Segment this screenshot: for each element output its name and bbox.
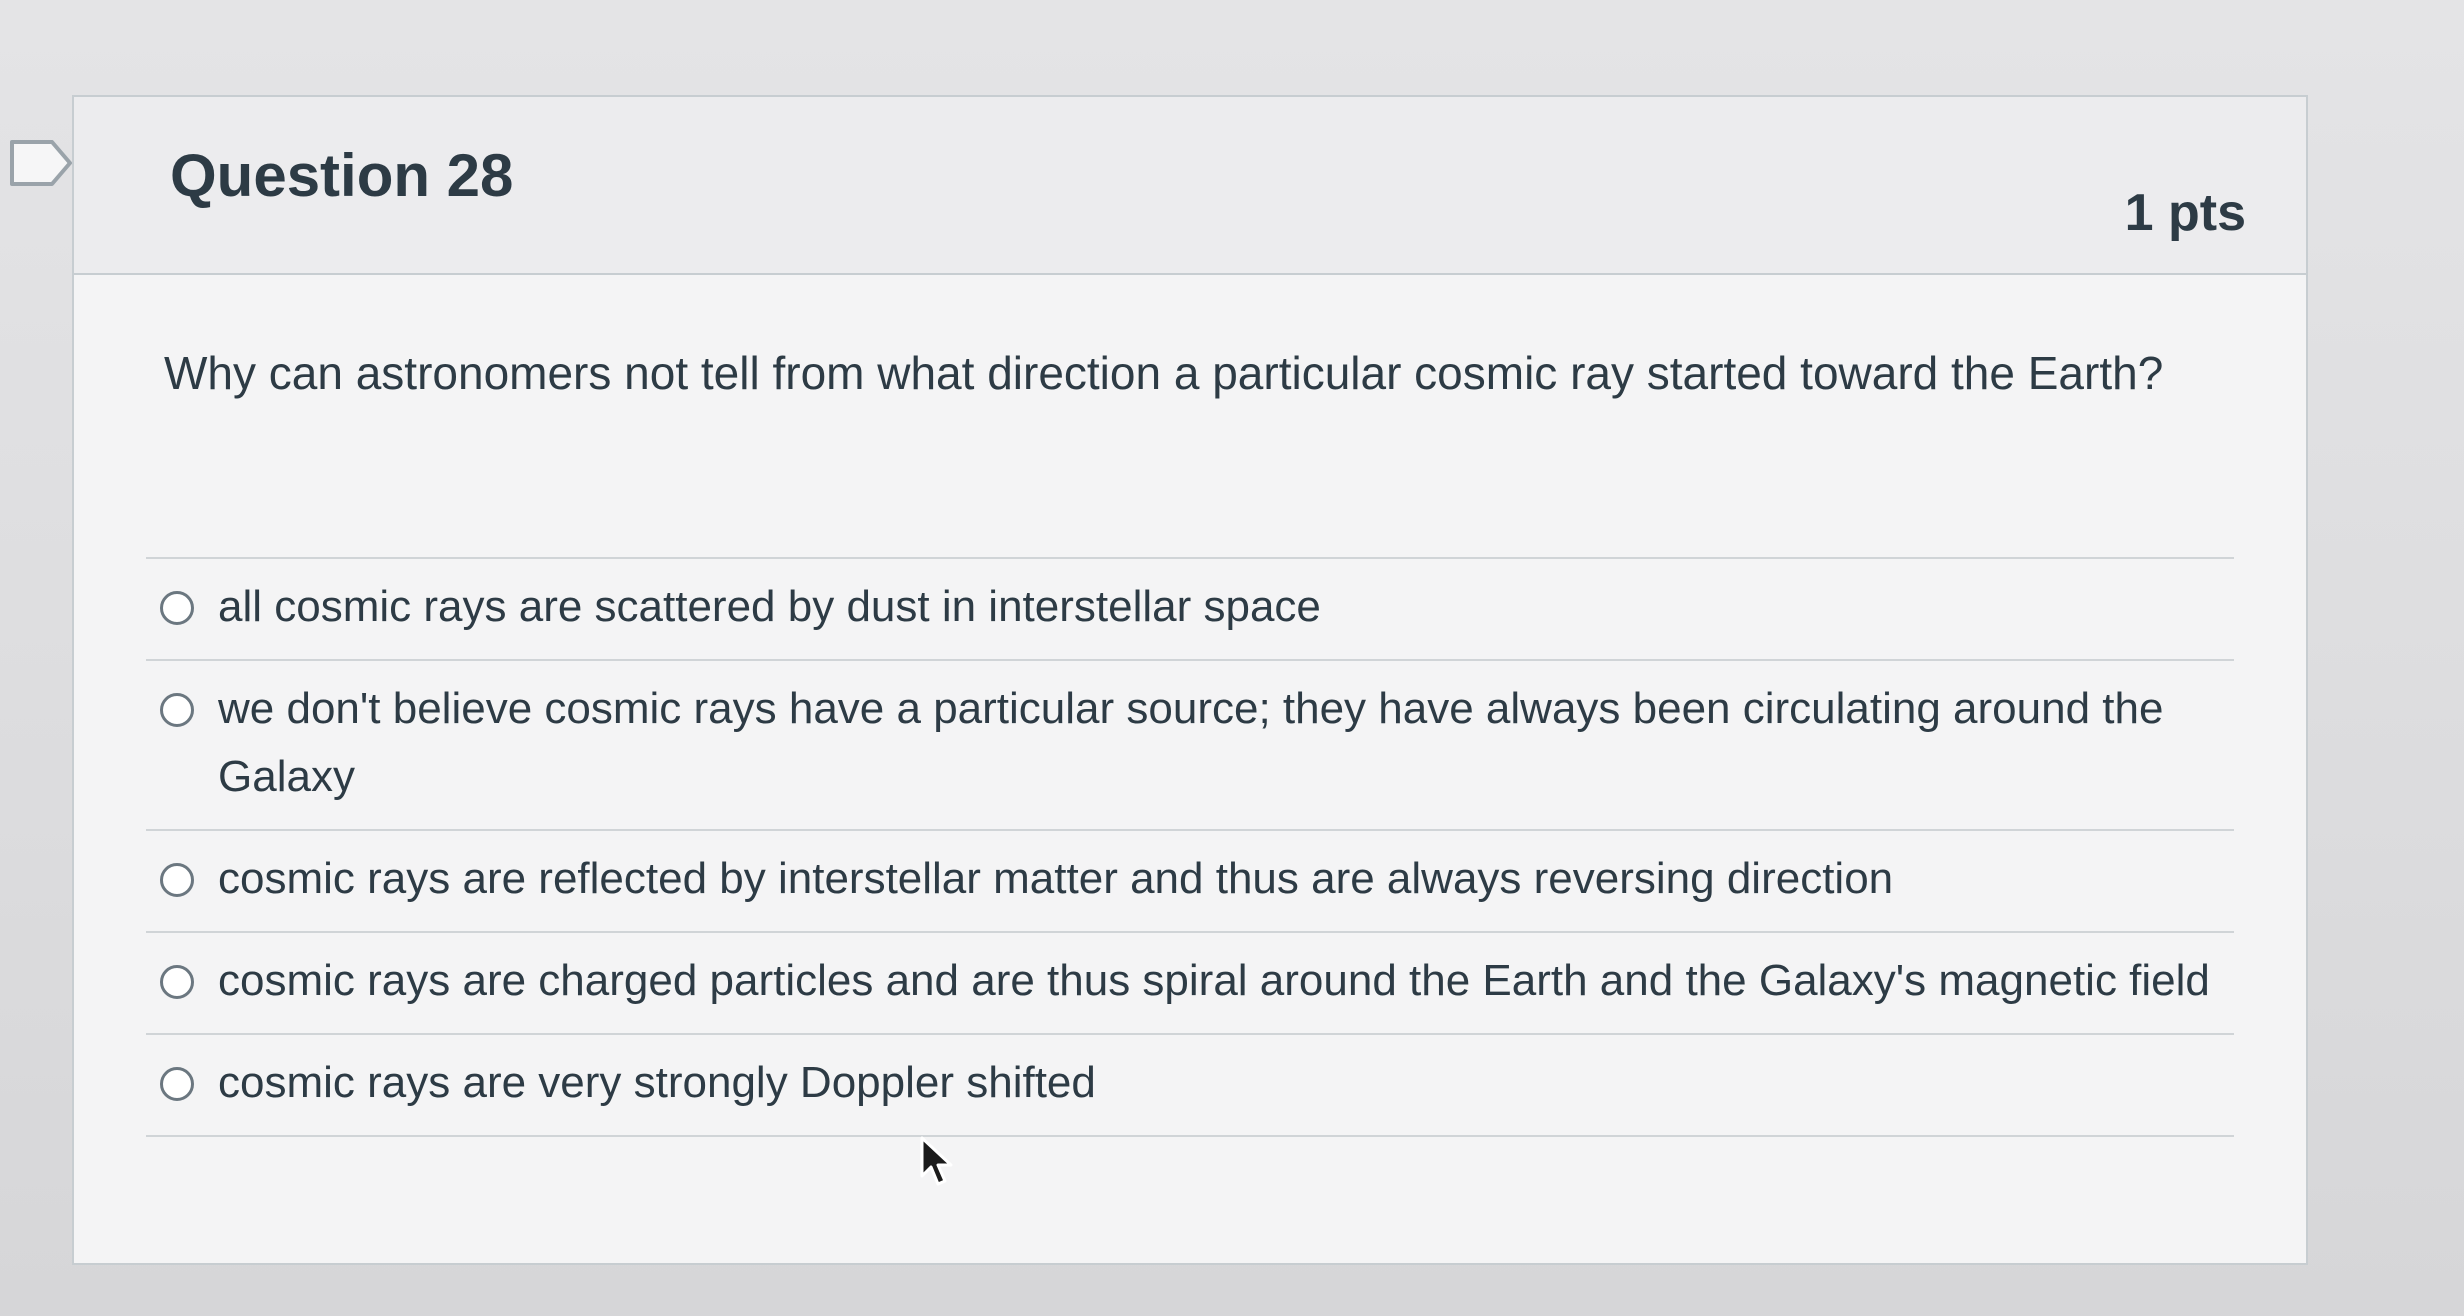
- question-text: Why can astronomers not tell from what d…: [164, 347, 2164, 399]
- answer-option-2[interactable]: we don't believe cosmic rays have a part…: [146, 661, 2234, 831]
- mouse-pointer-icon: [920, 1136, 953, 1186]
- answer-label[interactable]: cosmic rays are charged particles and ar…: [218, 947, 2210, 1015]
- answer-label[interactable]: cosmic rays are very strongly Doppler sh…: [218, 1049, 1096, 1117]
- answer-option-3[interactable]: cosmic rays are reflected by interstella…: [146, 831, 2234, 933]
- answer-option-1[interactable]: all cosmic rays are scattered by dust in…: [146, 559, 2234, 661]
- question-header: Question 28 1 pts: [74, 97, 2306, 275]
- radio-button[interactable]: [160, 1067, 194, 1101]
- radio-button[interactable]: [160, 863, 194, 897]
- flag-question-icon[interactable]: [8, 138, 74, 188]
- answer-label[interactable]: cosmic rays are reflected by interstella…: [218, 845, 1893, 913]
- question-card: Question 28 1 pts Why can astronomers no…: [72, 95, 2308, 1265]
- answer-option-4[interactable]: cosmic rays are charged particles and ar…: [146, 933, 2234, 1035]
- answer-label[interactable]: we don't believe cosmic rays have a part…: [218, 675, 2234, 811]
- answer-list: all cosmic rays are scattered by dust in…: [146, 557, 2234, 1137]
- question-title: Question 28: [170, 142, 514, 209]
- radio-button[interactable]: [160, 591, 194, 625]
- answer-option-5[interactable]: cosmic rays are very strongly Doppler sh…: [146, 1035, 2234, 1137]
- answer-label[interactable]: all cosmic rays are scattered by dust in…: [218, 573, 1321, 641]
- radio-button[interactable]: [160, 693, 194, 727]
- radio-button[interactable]: [160, 965, 194, 999]
- question-points: 1 pts: [2124, 184, 2246, 242]
